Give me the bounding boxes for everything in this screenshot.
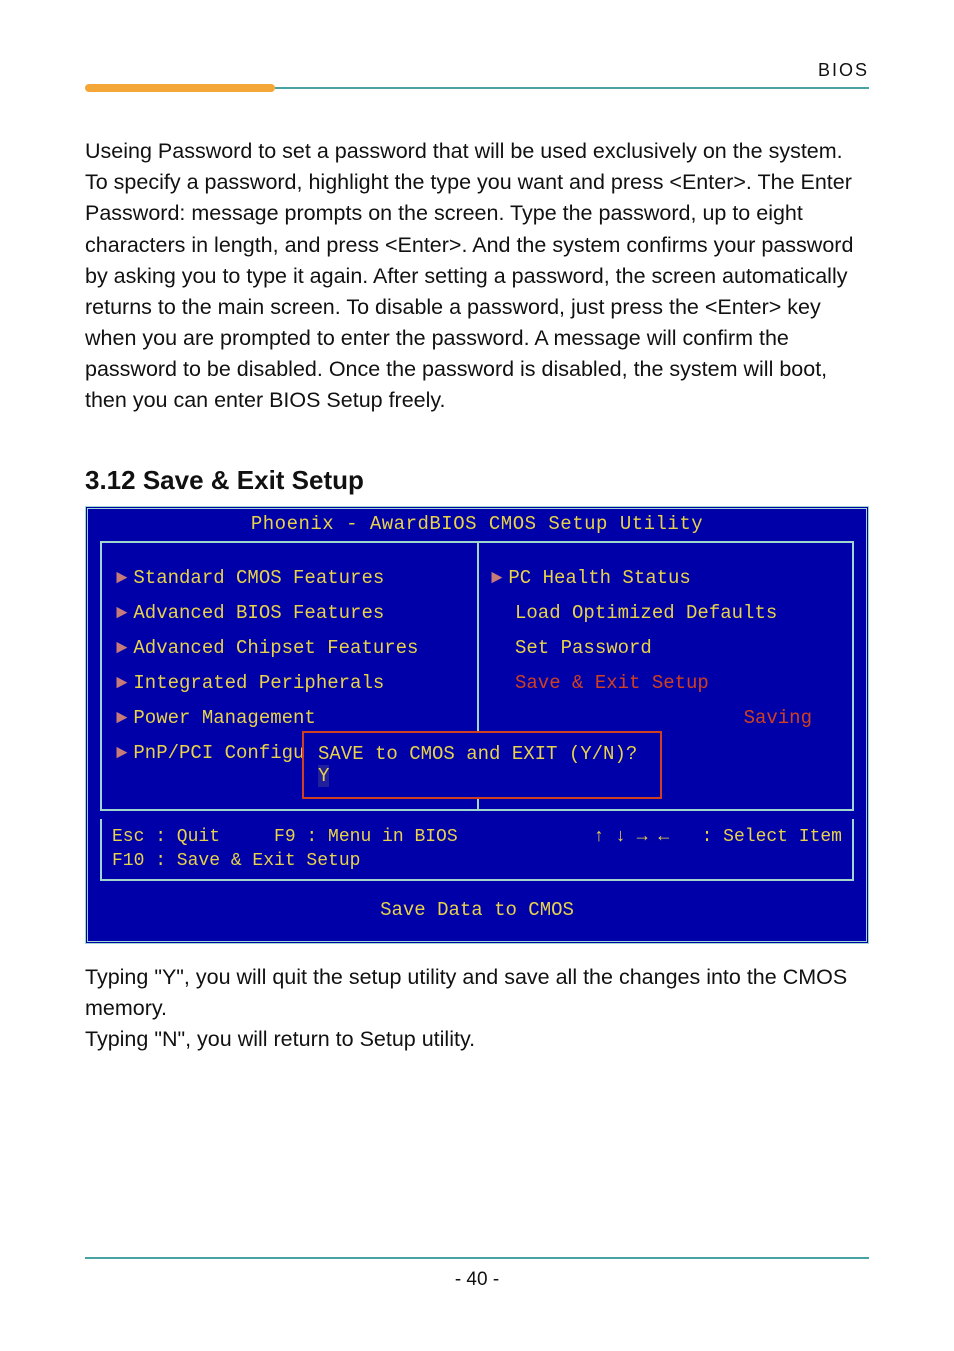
bios-menu-label: PnP/PCI Configura [133, 742, 327, 764]
bios-menu-label: PC Health Status [508, 567, 690, 589]
triangle-right-icon: ► [116, 637, 127, 659]
triangle-right-icon: ► [491, 567, 502, 589]
bios-key-hints-left: Esc : Quit F9 : Menu in BIOS F10 : Save … [112, 825, 458, 874]
bios-dialog-prompt: SAVE to CMOS and EXIT (Y/N)? [318, 743, 637, 765]
triangle-right-icon: ► [116, 742, 127, 764]
bios-menu-label: Standard CMOS Features [133, 567, 384, 589]
bios-key-hints-right: ↑ ↓ → ← : Select Item [594, 825, 842, 874]
bios-menu-item-selected[interactable]: Save & Exit Setup [481, 666, 834, 701]
triangle-right-icon: ► [116, 672, 127, 694]
section-heading: 3.12 Save & Exit Setup [85, 465, 869, 496]
bios-menu-label: Load Optimized Defaults [515, 602, 777, 624]
bios-menu-label: Power Management [133, 707, 315, 729]
triangle-right-icon: ► [116, 567, 127, 589]
bios-screenshot: Phoenix - AwardBIOS CMOS Setup Utility ►… [85, 506, 869, 945]
bios-footnote: Save Data to CMOS [88, 881, 866, 927]
header-rule-accent [85, 84, 275, 92]
after-paragraph-2: Typing "N", you will return to Setup uti… [85, 1024, 869, 1055]
after-paragraph-1: Typing "Y", you will quit the setup util… [85, 962, 869, 1024]
bios-menu-label: Saving [744, 707, 812, 729]
page-header: BIOS [85, 60, 869, 96]
bios-main-panel: ► Standard CMOS Features ► Advanced BIOS F… [100, 541, 854, 811]
bios-save-dialog[interactable]: SAVE to CMOS and EXIT (Y/N)? Y [302, 731, 662, 799]
bios-menu-label: Advanced BIOS Features [133, 602, 384, 624]
footer-rule [85, 1257, 869, 1259]
bios-menu-label: Save & Exit Setup [515, 672, 709, 694]
bios-menu-label: Advanced Chipset Features [133, 637, 418, 659]
bios-key-hints: Esc : Quit F9 : Menu in BIOS F10 : Save … [100, 819, 854, 882]
page-number: - 40 - [85, 1269, 869, 1291]
bios-menu-item[interactable]: ► Advanced Chipset Features [116, 631, 469, 666]
bios-menu-item[interactable]: ► PC Health Status [481, 561, 834, 596]
header-label: BIOS [818, 60, 869, 81]
bios-menu-label: Integrated Peripherals [133, 672, 384, 694]
bios-title: Phoenix - AwardBIOS CMOS Setup Utility [88, 509, 866, 541]
bios-menu-item[interactable]: Load Optimized Defaults [481, 596, 834, 631]
page-footer: - 40 - [85, 1257, 869, 1291]
bios-menu-item[interactable]: ► Standard CMOS Features [116, 561, 469, 596]
header-rule [85, 84, 869, 92]
triangle-right-icon: ► [116, 707, 127, 729]
bios-menu-item[interactable]: ► Advanced BIOS Features [116, 596, 469, 631]
intro-paragraph: Useing Password to set a password that w… [85, 136, 869, 417]
bios-menu-label: Set Password [515, 637, 652, 659]
bios-menu-item[interactable]: ► Integrated Peripherals [116, 666, 469, 701]
bios-menu-item[interactable]: Set Password [481, 631, 834, 666]
header-rule-line [275, 87, 869, 89]
triangle-right-icon: ► [116, 602, 127, 624]
bios-dialog-response[interactable]: Y [318, 765, 329, 787]
